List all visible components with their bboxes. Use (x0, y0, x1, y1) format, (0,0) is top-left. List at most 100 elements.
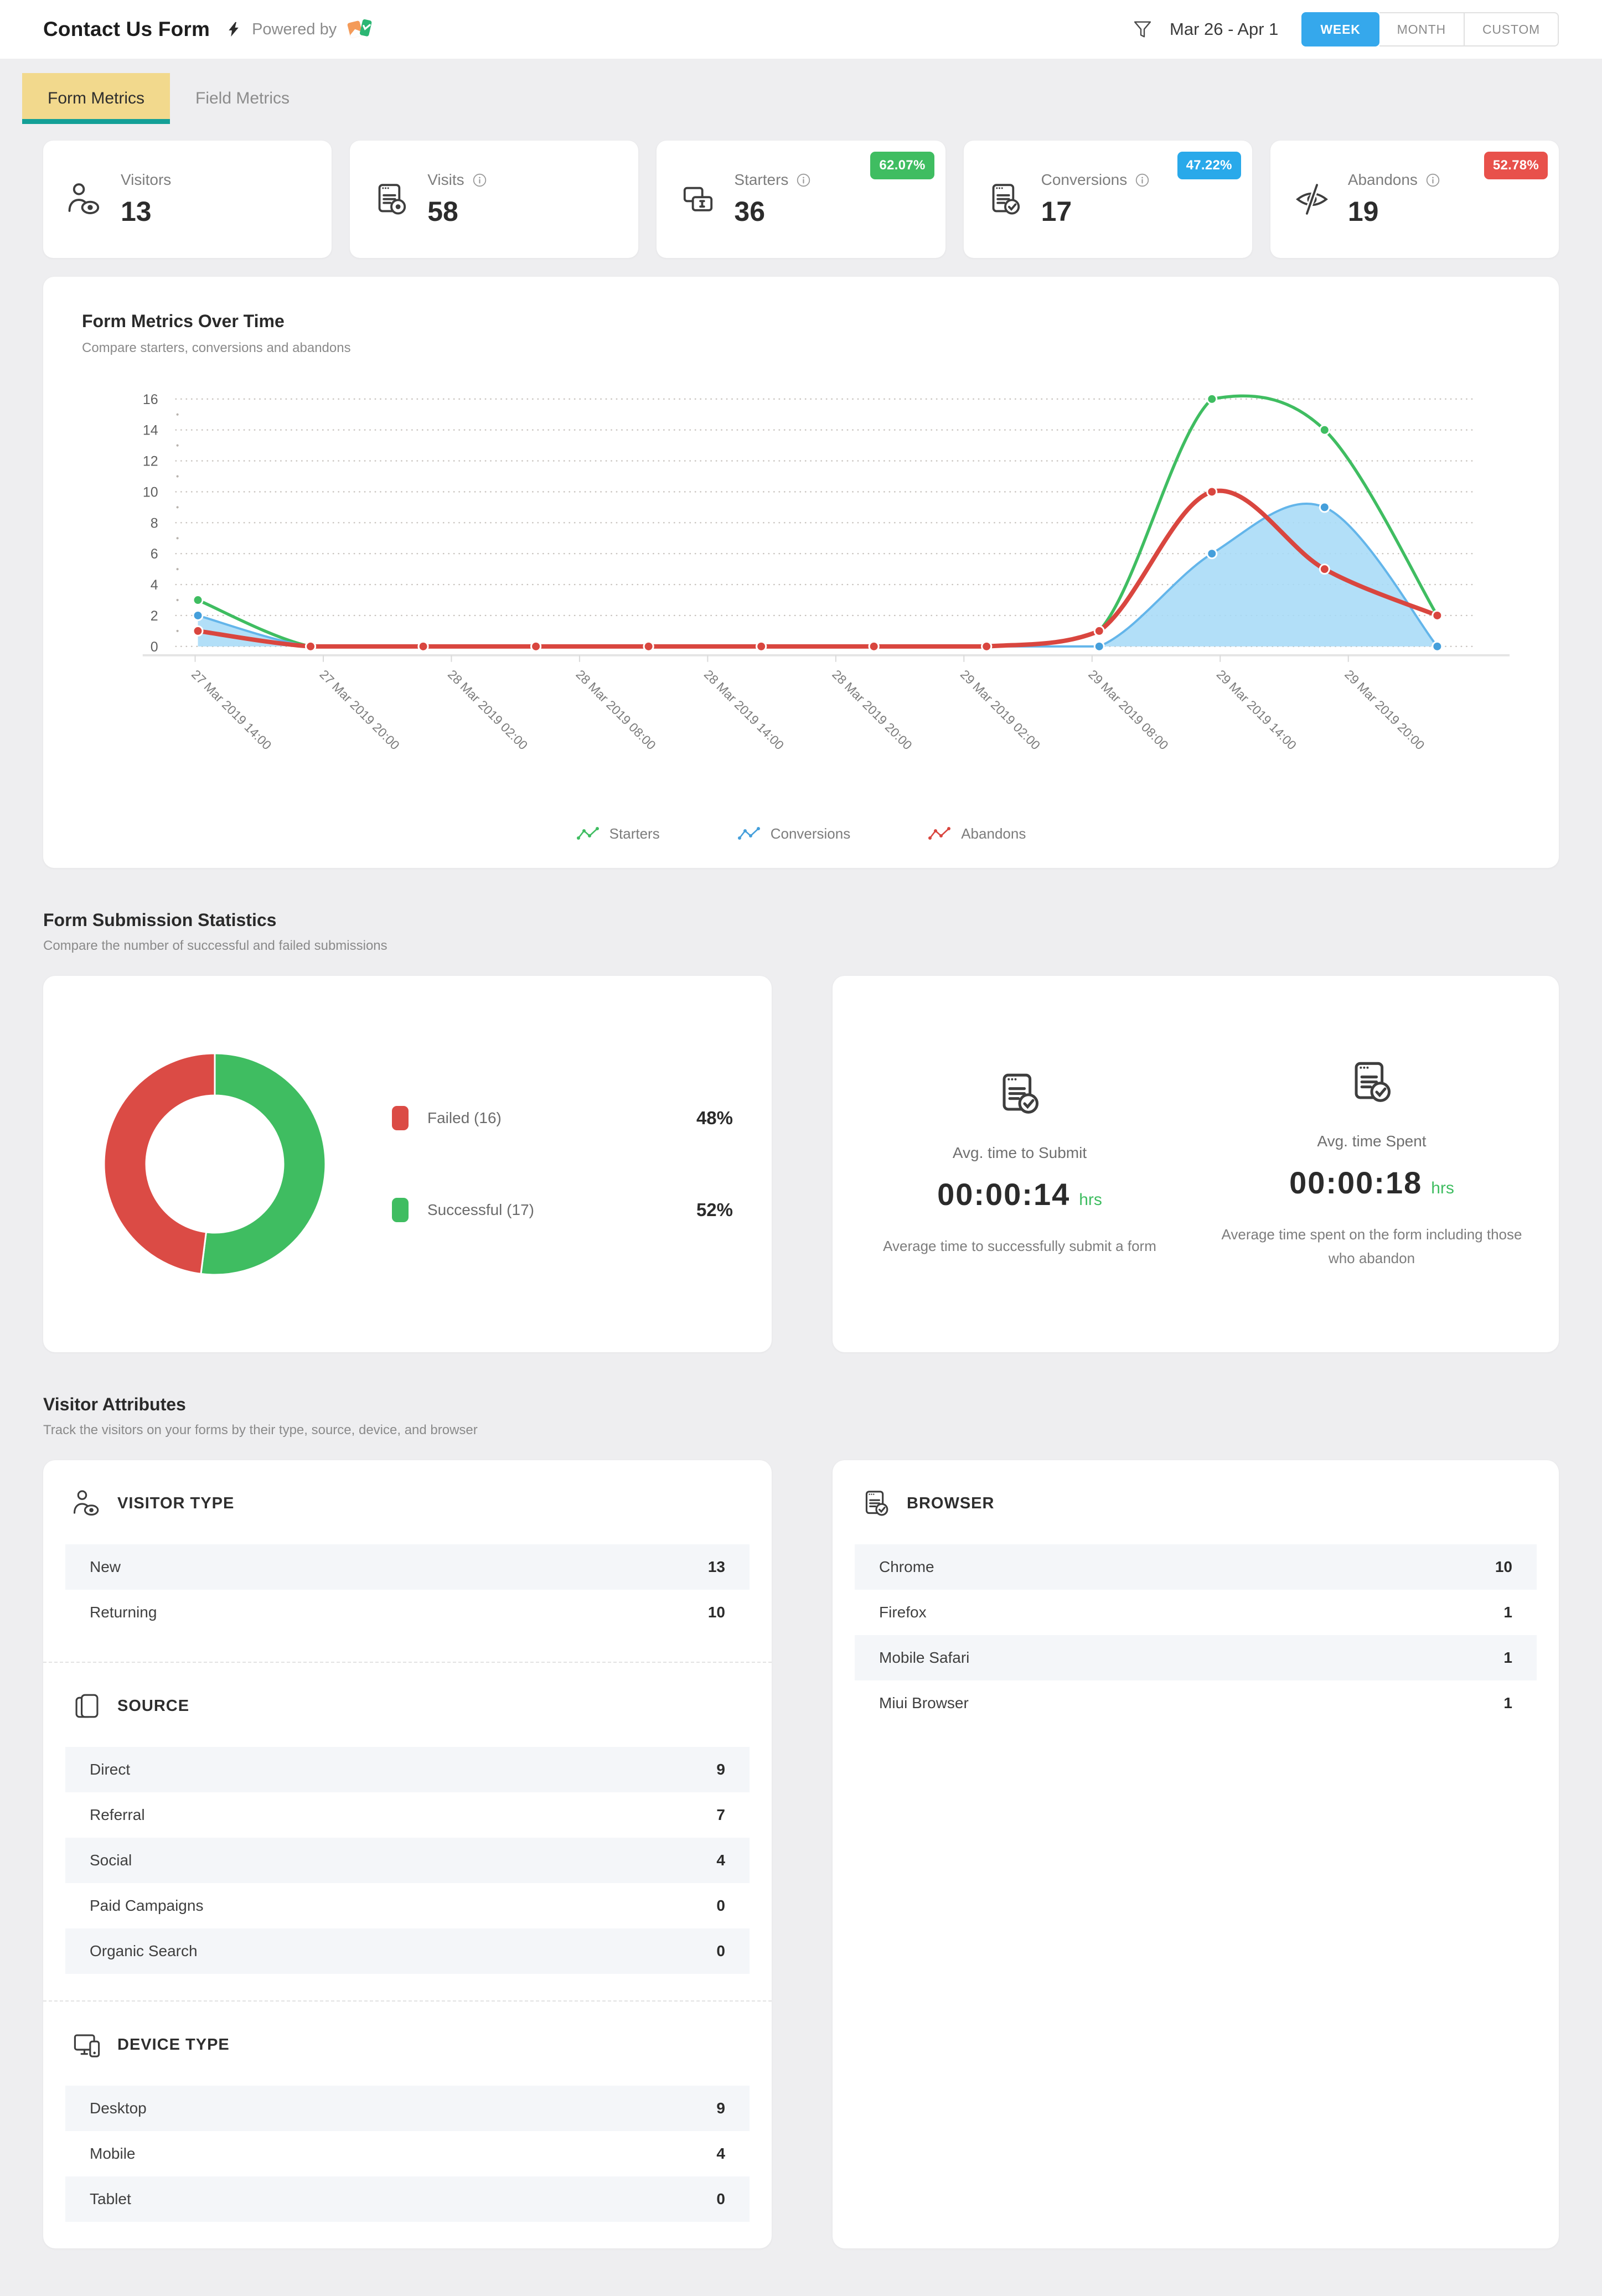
legend-item-conversions[interactable]: Conversions (737, 825, 851, 842)
legend-label: Conversions (771, 825, 851, 842)
table-row: Social4 (65, 1838, 750, 1883)
svg-text:29 Mar 2019 02:00: 29 Mar 2019 02:00 (958, 667, 1043, 753)
zigzag-line-icon (737, 826, 762, 842)
svg-text:0: 0 (151, 639, 158, 655)
stat-card-conversions: Conversions 17 47.22% (964, 141, 1252, 258)
browser-check-icon (861, 1488, 891, 1518)
time-caption: Average time spent on the form including… (1218, 1223, 1526, 1270)
stat-label: Starters (734, 171, 788, 189)
svg-text:29 Mar 2019 08:00: 29 Mar 2019 08:00 (1086, 667, 1171, 753)
svg-text:10: 10 (143, 484, 158, 500)
stat-label: Conversions (1041, 171, 1128, 189)
svg-text:2: 2 (151, 608, 158, 624)
table-row: Firefox1 (855, 1590, 1537, 1635)
time-value: 00:00:14hrs (937, 1176, 1102, 1212)
table-row: Referral7 (65, 1792, 750, 1838)
table-row: Organic Search0 (65, 1928, 750, 1974)
info-icon[interactable] (1425, 173, 1440, 188)
info-icon[interactable] (796, 173, 811, 188)
stat-card-starters: Starters 36 62.07% (657, 141, 945, 258)
donut-legend-successful: Successful (17) 52% (392, 1198, 733, 1222)
time-caption: Average time to successfully submit a fo… (883, 1234, 1156, 1258)
week-button[interactable]: WEEK (1301, 12, 1379, 46)
cards-start-icon (680, 181, 716, 218)
svg-text:29 Mar 2019 14:00: 29 Mar 2019 14:00 (1214, 667, 1300, 753)
stat-card-visitors: Visitors 13 (43, 141, 332, 258)
svg-text:28 Mar 2019 20:00: 28 Mar 2019 20:00 (829, 667, 915, 753)
submission-stats-row: Failed (16) 48% Successful (17) 52% Avg.… (43, 976, 1559, 1352)
svg-text:28 Mar 2019 14:00: 28 Mar 2019 14:00 (701, 667, 787, 753)
section-label: BROWSER (907, 1495, 994, 1513)
successful-swatch (392, 1198, 409, 1222)
stat-label: Abandons (1348, 171, 1418, 189)
svg-text:4: 4 (151, 577, 158, 593)
svg-text:12: 12 (143, 454, 158, 469)
section-label: VISITOR TYPE (117, 1495, 234, 1513)
attributes-right-card: BROWSER Chrome10 Firefox1 Mobile Safari1… (833, 1460, 1559, 2248)
chart-legend: Starters Conversions Abandons (82, 825, 1520, 842)
pages-icon (72, 1691, 102, 1721)
chart-title: Form Metrics Over Time (82, 311, 1520, 332)
avg-time-to-submit: Avg. time to Submit 00:00:14hrs Average … (844, 1070, 1196, 1258)
eye-off-icon (1294, 181, 1330, 218)
avg-time-spent: Avg. time Spent 00:00:18hrs Average time… (1196, 1058, 1548, 1270)
table-row: Direct9 (65, 1747, 750, 1792)
svg-text:27 Mar 2019 14:00: 27 Mar 2019 14:00 (189, 667, 275, 753)
date-range[interactable]: Mar 26 - Apr 1 (1170, 19, 1278, 39)
visitor-attributes-row: VISITOR TYPE New13 Returning10 SOURCE Di… (43, 1460, 1559, 2248)
table-row: Miui Browser1 (855, 1680, 1537, 1726)
table-row: Mobile4 (65, 2131, 750, 2176)
tab-form-metrics[interactable]: Form Metrics (22, 73, 170, 124)
table-row: Tablet0 (65, 2176, 750, 2222)
status-badge: 47.22% (1177, 152, 1241, 179)
avg-times-card: Avg. time to Submit 00:00:14hrs Average … (833, 976, 1559, 1352)
info-icon[interactable] (472, 173, 487, 188)
stat-cards-row: Visitors 13 Visits 58 Starters 36 62.07%… (43, 141, 1559, 258)
person-eye-icon (66, 181, 103, 218)
person-eye-icon (72, 1488, 102, 1518)
form-check-icon (1348, 1058, 1396, 1106)
section-title: Visitor Attributes (43, 1394, 1559, 1415)
filter-icon[interactable] (1132, 19, 1153, 40)
page-eye-icon (373, 181, 410, 218)
legend-percent: 52% (696, 1199, 733, 1221)
page-title: Contact Us Form (43, 18, 210, 41)
tab-field-metrics[interactable]: Field Metrics (170, 73, 315, 124)
info-icon[interactable] (1135, 173, 1150, 188)
legend-item-starters[interactable]: Starters (576, 825, 660, 842)
svg-text:14: 14 (143, 423, 158, 438)
section-label: DEVICE TYPE (117, 2036, 230, 2054)
table-row: New13 (65, 1544, 750, 1590)
section-title: Form Submission Statistics (43, 910, 1559, 930)
powered-by-label: Powered by (252, 20, 337, 39)
top-header: Contact Us Form Powered by Mar 26 - Apr … (0, 0, 1602, 59)
month-button[interactable]: MONTH (1379, 12, 1465, 46)
chart-subtitle: Compare starters, conversions and abando… (82, 340, 1520, 356)
stat-value: 17 (1041, 195, 1150, 227)
brand-area: Contact Us Form Powered by (43, 15, 374, 44)
stat-value: 36 (734, 195, 811, 227)
custom-button[interactable]: CUSTOM (1465, 12, 1559, 46)
visitor-type-section: VISITOR TYPE New13 Returning10 (43, 1460, 772, 1662)
time-label: Avg. time to Submit (953, 1144, 1087, 1162)
browser-section: BROWSER Chrome10 Firefox1 Mobile Safari1… (833, 1460, 1559, 1752)
legend-item-abandons[interactable]: Abandons (928, 825, 1026, 842)
svg-text:8: 8 (151, 515, 158, 531)
attributes-left-card: VISITOR TYPE New13 Returning10 SOURCE Di… (43, 1460, 772, 2248)
table-row: Paid Campaigns0 (65, 1883, 750, 1928)
legend-label: Successful (17) (427, 1201, 534, 1219)
svg-text:29 Mar 2019 20:00: 29 Mar 2019 20:00 (1342, 667, 1428, 753)
status-badge: 52.78% (1484, 152, 1548, 179)
devices-icon (72, 2030, 102, 2060)
stat-value: 13 (121, 195, 171, 227)
svg-text:6: 6 (151, 546, 158, 562)
section-label: SOURCE (117, 1697, 189, 1715)
section-subtitle: Track the visitors on your forms by thei… (43, 1423, 1559, 1438)
device-type-section: DEVICE TYPE Desktop9 Mobile4 Tablet0 (43, 2000, 772, 2248)
svg-text:28 Mar 2019 02:00: 28 Mar 2019 02:00 (445, 667, 531, 753)
metrics-tabs: Form Metrics Field Metrics (22, 73, 1602, 124)
legend-label: Abandons (961, 825, 1026, 842)
submission-donut-chart (99, 1048, 331, 1280)
section-subtitle: Compare the number of successful and fai… (43, 938, 1559, 954)
visitor-attributes-heading: Visitor Attributes Track the visitors on… (43, 1394, 1559, 1438)
